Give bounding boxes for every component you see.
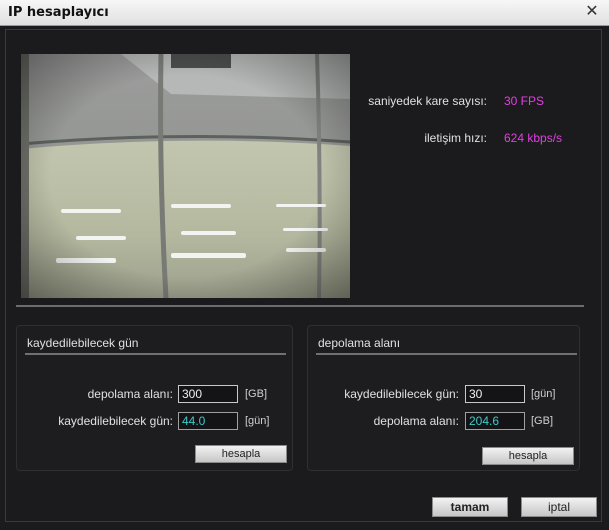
cancel-button[interactable]: iptal <box>521 497 597 517</box>
days-unit: [gün] <box>245 415 270 427</box>
window-title: IP hesaplayıcı <box>8 5 109 20</box>
days-panel-rule <box>25 353 286 355</box>
bitrate-label: iletişim hızı: <box>424 131 487 145</box>
days-panel-title: kaydedilebilecek gün <box>27 336 139 350</box>
days-label: kaydedilebilecek gün: <box>58 414 173 428</box>
title-bar: IP hesaplayıcı ✕ <box>0 0 609 26</box>
days-result-field <box>178 412 238 430</box>
bitrate-value: 624 kbps/s <box>504 131 563 145</box>
fps-label: saniyedek kare sayısı: <box>368 94 487 108</box>
storage-label: depolama alanı: <box>87 387 173 401</box>
record-days-label: kaydedilebilecek gün: <box>344 387 459 401</box>
storage-result-label: depolama alanı: <box>373 414 459 428</box>
days-calculator-panel: kaydedilebilecek gün depolama alanı: [GB… <box>16 325 293 471</box>
storage-unit: [GB] <box>245 388 268 400</box>
storage-calculator-panel: depolama alanı kaydedilebilecek gün: [gü… <box>307 325 580 471</box>
record-days-input[interactable] <box>465 385 525 403</box>
ok-button[interactable]: tamam <box>432 497 508 517</box>
storage-result-unit: [GB] <box>531 415 554 427</box>
close-icon[interactable]: ✕ <box>583 3 601 21</box>
camera-preview-image <box>21 54 350 298</box>
storage-panel-rule <box>316 353 577 355</box>
calculate-days-button[interactable]: hesapla <box>195 445 287 463</box>
section-divider <box>16 305 584 307</box>
fps-value: 30 FPS <box>504 94 545 108</box>
storage-panel-title: depolama alanı <box>318 336 401 350</box>
storage-input[interactable] <box>178 385 238 403</box>
camera-preview <box>21 54 350 298</box>
calculate-storage-button[interactable]: hesapla <box>482 447 574 465</box>
record-days-unit: [gün] <box>531 388 556 400</box>
storage-result-field <box>465 412 525 430</box>
